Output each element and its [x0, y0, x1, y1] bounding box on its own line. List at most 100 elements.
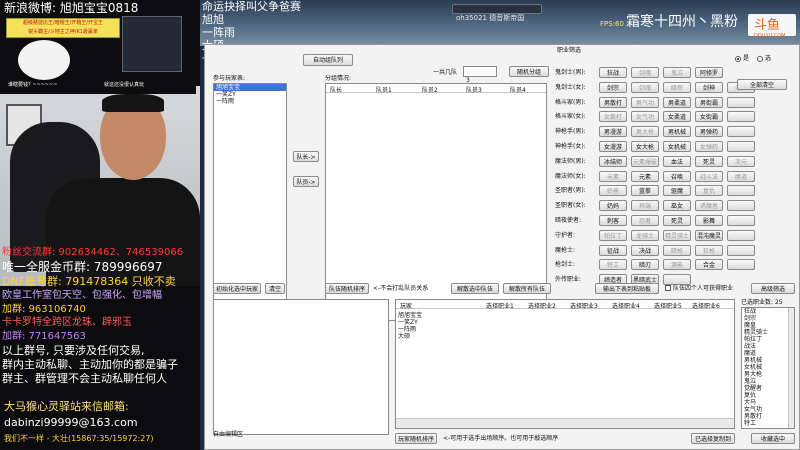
- selected-class-item[interactable]: 帕拉丁: [742, 336, 794, 343]
- class-toggle-button[interactable]: [727, 111, 755, 123]
- shuffle-players-button[interactable]: 玩家随机排序: [395, 433, 437, 444]
- role-table[interactable]: 玩家 选择职业1 选择职业2 选择职业3 选择职业4 选择职业5 选择职业6 旭…: [395, 299, 735, 429]
- class-toggle-button[interactable]: 男大枪: [631, 126, 659, 138]
- player-item[interactable]: 旭旭宝宝: [214, 84, 286, 91]
- class-toggle-button[interactable]: 奶妈: [599, 200, 627, 212]
- selected-class-item[interactable]: 复仇: [742, 392, 794, 399]
- class-toggle-button[interactable]: 龙骑士: [631, 229, 659, 241]
- class-toggle-button[interactable]: 剑宗: [599, 81, 627, 93]
- selected-class-item[interactable]: 精灵骑士: [742, 329, 794, 336]
- dissolve-all-button[interactable]: 解散所有队伍: [503, 283, 551, 294]
- class-toggle-button[interactable]: 男街霸: [695, 96, 723, 108]
- class-toggle-button[interactable]: 征战: [599, 244, 627, 256]
- dissolve-team-button[interactable]: 解散选中队伍: [451, 283, 499, 294]
- class-toggle-button[interactable]: 剑魂: [631, 67, 659, 78]
- selected-class-item[interactable]: 男散打: [742, 413, 794, 420]
- class-toggle-button[interactable]: 决战: [631, 244, 659, 256]
- class-toggle-button[interactable]: [727, 185, 755, 197]
- class-toggle-button[interactable]: 狂战: [599, 67, 627, 78]
- init-players-button[interactable]: 初始化选中玩家: [213, 283, 261, 294]
- free-edit-area[interactable]: [213, 299, 389, 435]
- selected-class-item[interactable]: 女气功: [742, 406, 794, 413]
- class-toggle-button[interactable]: 巫女: [663, 200, 691, 212]
- class-toggle-button[interactable]: 男气功: [631, 96, 659, 108]
- class-toggle-button[interactable]: 混沌魔灵: [695, 229, 723, 241]
- role-row-player[interactable]: 大硕: [396, 333, 422, 340]
- selected-class-item[interactable]: 男大枪: [742, 371, 794, 378]
- class-toggle-button[interactable]: 男机械: [663, 126, 691, 138]
- class-toggle-button[interactable]: [727, 229, 755, 241]
- selected-class-item[interactable]: 战法: [742, 343, 794, 350]
- class-toggle-button[interactable]: 剑魂: [631, 81, 659, 93]
- class-toggle-button[interactable]: 死灵: [663, 215, 691, 226]
- class-toggle-button[interactable]: 合金: [695, 259, 723, 271]
- radio-yes[interactable]: [735, 56, 741, 62]
- class-toggle-button[interactable]: 暗帝: [663, 81, 691, 93]
- class-toggle-button[interactable]: 蓝拳: [631, 185, 659, 197]
- selected-class-item[interactable]: 魔皇: [742, 322, 794, 329]
- class-toggle-button[interactable]: 冰结师: [599, 155, 627, 167]
- selected-class-item[interactable]: 特工: [742, 420, 794, 427]
- class-toggle-button[interactable]: 女街霸: [695, 111, 723, 123]
- selected-class-item[interactable]: 男机械: [742, 357, 794, 364]
- selected-list-scrollbar[interactable]: [788, 308, 794, 428]
- class-toggle-button[interactable]: 召唤: [663, 170, 691, 182]
- player-item[interactable]: 一笑ZY: [214, 91, 286, 98]
- selected-class-item[interactable]: 魔道: [742, 350, 794, 357]
- class-toggle-button[interactable]: 元素: [599, 170, 627, 182]
- class-toggle-button[interactable]: [727, 126, 755, 138]
- selected-class-item[interactable]: 剑宗: [742, 315, 794, 322]
- class-toggle-button[interactable]: 元素爆破: [631, 155, 659, 167]
- role-table-hscrollbar[interactable]: [396, 418, 734, 428]
- role-row-player[interactable]: 一笑ZY: [396, 319, 422, 326]
- class-toggle-button[interactable]: [727, 96, 755, 108]
- class-toggle-button[interactable]: 女大枪: [631, 141, 659, 152]
- class-toggle-button[interactable]: 魔道: [727, 170, 755, 182]
- role-row-player[interactable]: 旭旭宝宝: [396, 312, 422, 319]
- clear-all-button[interactable]: 全部清空: [737, 79, 787, 90]
- class-toggle-button[interactable]: 女柔道: [663, 111, 691, 123]
- selected-class-item[interactable]: 大马: [742, 399, 794, 406]
- auto-team-button[interactable]: 自动组队列: [303, 54, 353, 66]
- copy-selected-button[interactable]: 已选择复制到: [691, 433, 735, 444]
- class-toggle-button[interactable]: 男散打: [599, 96, 627, 108]
- role-row-player[interactable]: 一阵雨: [396, 326, 422, 333]
- class-toggle-button[interactable]: 男弹药: [695, 126, 723, 138]
- class-toggle-button[interactable]: 奶爸: [599, 185, 627, 197]
- class-toggle-button[interactable]: 忍者: [631, 215, 659, 226]
- class-toggle-button[interactable]: [727, 259, 755, 271]
- class-toggle-button[interactable]: 女散打: [599, 111, 627, 123]
- class-toggle-button[interactable]: 女气功: [631, 111, 659, 123]
- class-toggle-button[interactable]: 狂枪: [695, 244, 723, 256]
- class-toggle-button[interactable]: 暗刃: [631, 259, 659, 271]
- random-group-button[interactable]: 随机分组: [509, 66, 549, 77]
- class-toggle-button[interactable]: 鬼泣: [663, 67, 691, 78]
- class-toggle-button[interactable]: 女漫游: [599, 141, 627, 152]
- class-toggle-button[interactable]: 男漫游: [599, 126, 627, 138]
- clear-players-button[interactable]: 清空: [265, 283, 285, 294]
- to-leader-button[interactable]: 队长->: [293, 151, 319, 162]
- class-toggle-button[interactable]: 诱魔者: [695, 200, 723, 212]
- export-table-button[interactable]: 输出下表到粘贴板: [595, 283, 659, 294]
- selected-class-list[interactable]: 狂战 剑宗 魔皇 精灵骑士 帕拉丁 战法 魔道 男机械 女机械 男大枪 鬼泣 觉醒者 复仇 大马 女气功 男散…: [741, 307, 795, 429]
- class-toggle-button[interactable]: 血法: [663, 155, 691, 167]
- class-toggle-button[interactable]: [663, 274, 691, 286]
- selected-class-item[interactable]: 狂战: [742, 308, 794, 315]
- shuffle-teams-button[interactable]: 队伍随机排序: [325, 283, 369, 294]
- class-toggle-button[interactable]: 精灵骑士: [663, 229, 691, 241]
- class-toggle-button[interactable]: 女机械: [663, 141, 691, 152]
- team-count-input[interactable]: 3: [463, 66, 497, 84]
- advanced-filter-button[interactable]: 高级筛选: [751, 283, 795, 294]
- class-toggle-button[interactable]: 帕拉丁: [599, 229, 627, 241]
- class-toggle-button[interactable]: 战斗法: [695, 170, 723, 182]
- class-toggle-button[interactable]: [727, 200, 755, 212]
- class-toggle-button[interactable]: 剑神: [695, 81, 723, 93]
- class-toggle-button[interactable]: 暗枪: [663, 244, 691, 256]
- player-item[interactable]: 一阵雨: [214, 98, 286, 105]
- class-toggle-button[interactable]: 异端: [631, 200, 659, 212]
- class-toggle-button[interactable]: 女弹药: [695, 141, 723, 152]
- selected-class-item[interactable]: 觉醒者: [742, 385, 794, 392]
- class-toggle-button[interactable]: 复仇: [695, 185, 723, 197]
- class-toggle-button[interactable]: [727, 141, 755, 152]
- class-toggle-button[interactable]: 驱魔: [663, 185, 691, 197]
